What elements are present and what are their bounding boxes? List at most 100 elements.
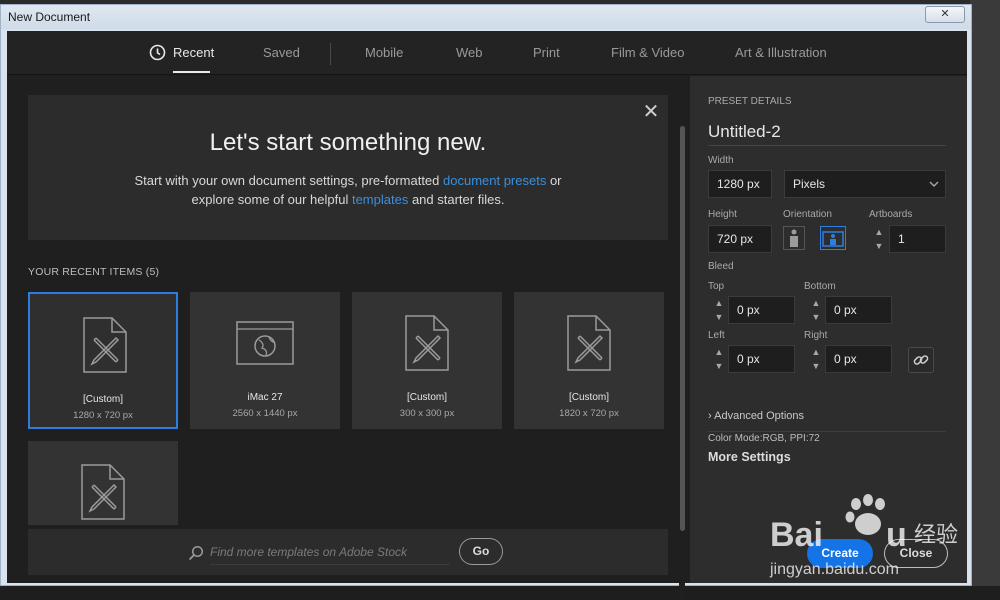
active-tab-indicator: [173, 71, 210, 73]
bleed-right-stepper[interactable]: ▲ ▼: [807, 345, 825, 373]
panel-divider: [708, 431, 946, 432]
bleed-left-label: Left: [708, 330, 725, 341]
document-pencil-icon: [83, 317, 127, 373]
landscape-orientation-button[interactable]: [820, 226, 846, 250]
recent-item-card[interactable]: [Custom] 300 x 300 px: [352, 292, 502, 429]
bleed-left-stepper[interactable]: ▲ ▼: [710, 345, 728, 373]
recent-item-name: iMac 27: [247, 392, 283, 403]
recent-item-card[interactable]: [Custom] 1280 x 720 px: [28, 292, 178, 429]
recent-count: (5): [145, 266, 160, 278]
templates-link[interactable]: templates: [352, 192, 408, 207]
baidu-jingyan-watermark-logo: Bai u 经验 jingyan.baidu.com: [769, 494, 958, 578]
preset-tab-bar: Recent Saved Mobile Web Print Film & Vid…: [7, 31, 967, 75]
recent-item-size: 2560 x 1440 px: [232, 408, 298, 419]
background-taskbar: [0, 586, 1000, 600]
window-close-button[interactable]: ✕: [925, 6, 965, 23]
document-pencil-icon: [81, 464, 125, 520]
portrait-orientation-button[interactable]: [783, 226, 805, 250]
document-pencil-icon: [567, 315, 611, 371]
document-name-field[interactable]: Untitled-2: [708, 122, 946, 146]
tab-film-video[interactable]: Film & Video: [611, 45, 684, 60]
orientation-label: Orientation: [783, 209, 832, 220]
recent-item-name: [Custom]: [82, 394, 123, 405]
title-bar[interactable]: New Document ✕: [1, 5, 971, 29]
banner-text-2b: and starter files.: [408, 192, 505, 207]
banner-subtitle: Start with your own document settings, p…: [28, 171, 668, 209]
svg-text:jingyan.baidu.com: jingyan.baidu.com: [769, 561, 899, 578]
color-mode-info: Color Mode:RGB, PPI:72: [708, 433, 820, 444]
bleed-left-field[interactable]: 0 px: [728, 345, 795, 373]
recent-item-card[interactable]: [Custom] 1820 x 720 px: [514, 292, 664, 429]
svg-text:Bai: Bai: [770, 516, 823, 554]
units-select[interactable]: Pixels: [784, 170, 946, 198]
recent-item-size: 1820 x 720 px: [559, 408, 619, 419]
window-title: New Document: [8, 10, 91, 24]
document-presets-link[interactable]: document presets: [443, 173, 546, 188]
preset-details-heading: PRESET DETAILS: [708, 96, 792, 107]
stepper-down-icon[interactable]: ▼: [807, 310, 825, 324]
bleed-top-label: Top: [708, 281, 725, 292]
advanced-options-toggle[interactable]: › Advanced Options: [708, 410, 804, 422]
banner-close-icon[interactable]: ✕: [642, 102, 660, 122]
welcome-banner: ✕ Let's start something new. Start with …: [28, 95, 668, 240]
recent-heading-text: YOUR RECENT ITEMS: [28, 266, 143, 278]
height-label: Height: [708, 209, 737, 220]
banner-text-1a: Start with your own document settings, p…: [134, 173, 443, 188]
tab-art-illustration[interactable]: Art & Illustration: [735, 45, 827, 60]
tab-print[interactable]: Print: [533, 45, 560, 60]
recent-items-heading: YOUR RECENT ITEMS (5): [28, 266, 159, 278]
recent-item-size: 1280 x 720 px: [73, 410, 133, 421]
document-pencil-icon: [405, 315, 449, 371]
background-app-edge: [970, 0, 1000, 600]
bleed-label: Bleed: [708, 261, 734, 272]
bleed-right-label: Right: [804, 330, 828, 341]
chevron-right-icon: ›: [708, 410, 712, 422]
stepper-up-icon[interactable]: ▲: [870, 225, 888, 239]
advanced-options-label: Advanced Options: [714, 410, 805, 422]
recent-item-card[interactable]: iMac 27 2560 x 1440 px: [190, 292, 340, 429]
units-value: Pixels: [793, 177, 826, 191]
bleed-bottom-stepper[interactable]: ▲ ▼: [807, 296, 825, 324]
artboards-stepper[interactable]: ▲ ▼: [870, 225, 888, 253]
stepper-up-icon[interactable]: ▲: [807, 345, 825, 359]
bleed-top-stepper[interactable]: ▲ ▼: [710, 296, 728, 324]
recent-item-name: [Custom]: [406, 392, 447, 403]
stepper-down-icon[interactable]: ▼: [710, 359, 728, 373]
scrollbar-thumb[interactable]: [680, 126, 685, 531]
svg-text:经验: 经验: [914, 523, 958, 548]
width-label: Width: [708, 155, 734, 166]
more-settings-link[interactable]: More Settings: [708, 450, 791, 464]
stepper-up-icon[interactable]: ▲: [807, 296, 825, 310]
stepper-up-icon[interactable]: ▲: [710, 296, 728, 310]
stock-search-input[interactable]: [210, 539, 450, 565]
bleed-bottom-field[interactable]: 0 px: [825, 296, 892, 324]
stepper-down-icon[interactable]: ▼: [710, 310, 728, 324]
width-field[interactable]: 1280 px: [708, 170, 772, 198]
tab-recent[interactable]: Recent: [173, 45, 214, 60]
svg-text:u: u: [886, 516, 907, 554]
banner-text-1b: or: [546, 173, 562, 188]
stepper-up-icon[interactable]: ▲: [710, 345, 728, 359]
banner-title: Let's start something new.: [209, 129, 487, 156]
recent-item-name: [Custom]: [568, 392, 609, 403]
tab-mobile[interactable]: Mobile: [365, 45, 403, 60]
height-field[interactable]: 720 px: [708, 225, 772, 253]
tab-web[interactable]: Web: [456, 45, 483, 60]
recent-item-card[interactable]: [28, 441, 178, 525]
banner-text-2a: explore some of our helpful: [191, 192, 352, 207]
chevron-down-icon: [929, 181, 939, 187]
artboards-label: Artboards: [869, 209, 913, 220]
link-bleed-button[interactable]: [908, 347, 934, 373]
tab-saved[interactable]: Saved: [263, 45, 300, 60]
stepper-down-icon[interactable]: ▼: [807, 359, 825, 373]
stock-search-bar: Go: [28, 529, 668, 575]
chain-link-icon: [913, 355, 929, 365]
bleed-top-field[interactable]: 0 px: [728, 296, 795, 324]
recent-pane: ✕ Let's start something new. Start with …: [7, 76, 687, 600]
stepper-down-icon[interactable]: ▼: [870, 239, 888, 253]
go-button[interactable]: Go: [459, 538, 503, 565]
bleed-right-field[interactable]: 0 px: [825, 345, 892, 373]
recent-item-size: 300 x 300 px: [399, 408, 455, 419]
search-icon: [188, 545, 204, 561]
artboards-field[interactable]: 1: [889, 225, 946, 253]
